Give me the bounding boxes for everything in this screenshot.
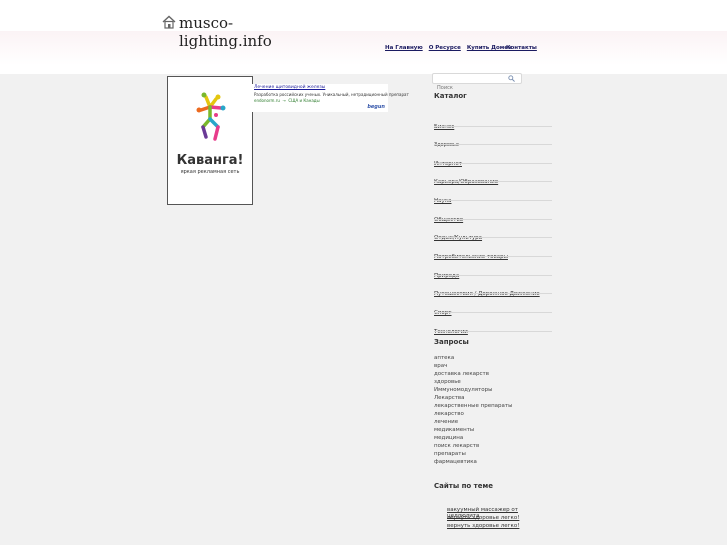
divider: [434, 144, 552, 145]
ad-url: endonorm.ru → СЩА и Канады: [254, 98, 320, 103]
divider: [434, 219, 552, 220]
divider: [434, 126, 552, 127]
divider: [434, 293, 552, 294]
catalog-item: Природа: [434, 262, 552, 281]
catalog-item-science[interactable]: Наука: [434, 198, 451, 204]
divider: [434, 181, 552, 182]
ad-url-separator: →: [281, 98, 288, 103]
ad-region: СЩА и Канады: [288, 98, 320, 103]
query-item[interactable]: доставка лекарств: [434, 371, 489, 377]
catalog-heading: Каталог: [434, 92, 467, 100]
query-item[interactable]: Иммуномодуляторы: [434, 387, 492, 393]
query-item[interactable]: лекарственные препараты: [434, 403, 512, 409]
catalog-item: Наука: [434, 187, 552, 206]
catalog-item-nature[interactable]: Природа: [434, 273, 459, 279]
related-site-link[interactable]: вернуть здоровье легко!: [447, 523, 519, 529]
catalog-item-business[interactable]: Бизнес: [434, 124, 454, 130]
query-item[interactable]: лекарство: [434, 411, 464, 417]
divider: [434, 163, 552, 164]
header-strip: [0, 64, 727, 74]
divider: [434, 256, 552, 257]
ad-url-text[interactable]: endonorm.ru: [254, 98, 280, 103]
catalog-item-travel[interactable]: Путешествия / Дорожное Движение: [434, 291, 540, 297]
catalog-item-health[interactable]: Здоровье: [434, 142, 459, 148]
query-item[interactable]: медикаменты: [434, 427, 474, 433]
ad-description: Разработка российских ученых. Уникальный…: [254, 92, 409, 97]
ad-title-link[interactable]: Лечение щитовидной железы: [254, 85, 325, 90]
kavanga-logo-icon: [196, 92, 226, 141]
query-item[interactable]: поиск лекарств: [434, 443, 479, 449]
kavanga-banner[interactable]: Кавaнга! яркая рекламная сеть: [167, 76, 253, 205]
catalog-item-sport[interactable]: Спорт: [434, 310, 452, 316]
search-box: [432, 73, 522, 93]
header-band: [0, 31, 727, 65]
site-logo[interactable]: musco-lighting.info: [162, 14, 272, 50]
catalog-item: Здоровье: [434, 131, 552, 150]
banner-slogan: яркая рекламная сеть: [180, 169, 240, 175]
search-icon[interactable]: [508, 75, 515, 82]
query-item[interactable]: Лекарства: [434, 395, 465, 401]
house-icon: [162, 15, 176, 29]
queries-heading: Запросы: [434, 338, 469, 346]
divider: [434, 237, 552, 238]
banner-brand: Кавaнга!: [176, 153, 244, 168]
divider: [434, 275, 552, 276]
divider: [434, 200, 552, 201]
site-name: musco-lighting.info: [179, 14, 272, 50]
query-item[interactable]: лечение: [434, 419, 458, 425]
divider: [434, 331, 552, 332]
catalog-item: Технологии: [434, 318, 552, 337]
catalog-item: Отдых/Культура: [434, 224, 552, 243]
query-item[interactable]: препараты: [434, 451, 466, 457]
text-ad-block: Лечение щитовидной железы Разработка рос…: [252, 84, 409, 112]
ad-provider-logo[interactable]: begun: [367, 104, 385, 110]
related-sites-heading: Сайты по теме: [434, 482, 493, 490]
top-navigation: На Главную О Ресурсе Купить Домен Контак…: [385, 45, 537, 51]
header-top: [0, 0, 727, 31]
catalog-item-leisure[interactable]: Отдых/Культура: [434, 235, 482, 241]
catalog-item: Общество: [434, 206, 552, 225]
divider: [434, 312, 552, 313]
nav-home-link[interactable]: На Главную: [385, 45, 423, 51]
catalog-item: Путешествия / Дорожное Движение: [434, 280, 552, 299]
catalog-item: Карьера/Образование: [434, 168, 552, 187]
nav-contacts-link[interactable]: Контакты: [506, 45, 537, 51]
catalog-item-internet[interactable]: Интернет: [434, 161, 462, 167]
catalog-item: Спорт: [434, 299, 552, 318]
catalog-item: Потребительские товары: [434, 243, 552, 262]
catalog-item-career[interactable]: Карьера/Образование: [434, 179, 498, 185]
query-item[interactable]: медицина: [434, 435, 463, 441]
related-site-link[interactable]: вернуть здоровье легко!: [447, 515, 519, 521]
query-item[interactable]: врач: [434, 363, 447, 369]
query-item[interactable]: фармацевтика: [434, 459, 477, 465]
catalog-item-society[interactable]: Общество: [434, 217, 463, 223]
query-item[interactable]: здоровье: [434, 379, 461, 385]
catalog-item-technology[interactable]: Технологии: [434, 329, 468, 335]
catalog-item: Бизнес: [434, 113, 552, 132]
query-item[interactable]: аптека: [434, 355, 454, 361]
nav-about-link[interactable]: О Ресурсе: [429, 45, 461, 51]
catalog-item-consumer[interactable]: Потребительские товары: [434, 254, 508, 260]
catalog-item: Интернет: [434, 150, 552, 169]
